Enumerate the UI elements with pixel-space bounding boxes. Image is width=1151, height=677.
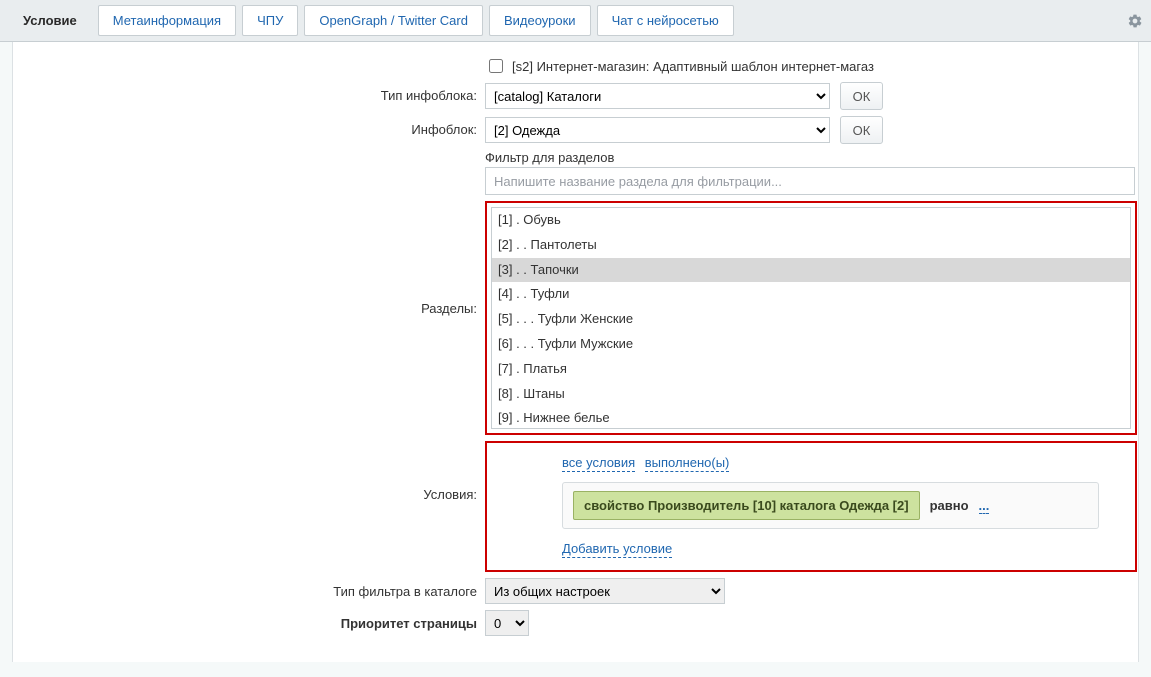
condition-mode-done[interactable]: выполнено(ы) <box>645 455 730 472</box>
section-item[interactable]: [5] . . . Туфли Женские <box>492 307 1130 332</box>
condition-mode-all[interactable]: все условия <box>562 455 635 472</box>
iblock-type-ok[interactable]: ОК <box>840 82 884 110</box>
condition-header: все условия выполнено(ы) <box>562 455 1099 470</box>
condition-value-placeholder[interactable]: ... <box>979 498 990 514</box>
filter-sections-input[interactable] <box>485 167 1135 195</box>
iblock-label: Инфоблок: <box>25 116 485 137</box>
tab-sef[interactable]: ЧПУ <box>242 5 298 36</box>
iblock-type-label: Тип инфоблока: <box>25 82 485 103</box>
section-item[interactable]: [3] . . Тапочки <box>492 258 1130 283</box>
tab-video[interactable]: Видеоуроки <box>489 5 591 36</box>
iblock-type-select[interactable]: [catalog] Каталоги <box>485 83 830 109</box>
filter-type-select[interactable]: Из общих настроек <box>485 578 725 604</box>
section-item[interactable]: [7] . Платья <box>492 357 1130 382</box>
filter-sections-label: Фильтр для разделов <box>485 150 1126 165</box>
tab-metainfo[interactable]: Метаинформация <box>98 5 236 36</box>
priority-select[interactable]: 0 <box>485 610 529 636</box>
iblock-select[interactable]: [2] Одежда <box>485 117 830 143</box>
tab-ai[interactable]: Чат с нейросетью <box>597 5 734 36</box>
site-checkbox-s2[interactable]: [s2] Интернет-магазин: Адаптивный шаблон… <box>485 56 1126 76</box>
condition-operator[interactable]: равно <box>930 498 969 513</box>
section-item[interactable]: [1] . Обувь <box>492 208 1130 233</box>
tab-opengraph[interactable]: OpenGraph / Twitter Card <box>304 5 483 36</box>
conditions-highlight: все условия выполнено(ы) свойство Произв… <box>485 441 1137 572</box>
site-checkbox-s2-input[interactable] <box>489 59 503 73</box>
section-item[interactable]: [2] . . Пантолеты <box>492 233 1130 258</box>
form-area: [s2] Интернет-магазин: Адаптивный шаблон… <box>12 42 1139 662</box>
sections-label: Разделы: <box>25 201 485 316</box>
iblock-ok[interactable]: ОК <box>840 116 884 144</box>
condition-row: свойство Производитель [10] каталога Оде… <box>562 482 1099 529</box>
filter-type-label: Тип фильтра в каталоге <box>25 578 485 599</box>
tab-condition[interactable]: Условие <box>8 5 92 36</box>
priority-label: Приоритет страницы <box>25 610 485 631</box>
section-item[interactable]: [4] . . Туфли <box>492 282 1130 307</box>
tab-bar: Условие Метаинформация ЧПУ OpenGraph / T… <box>0 0 1151 42</box>
condition-property-tag[interactable]: свойство Производитель [10] каталога Оде… <box>573 491 920 520</box>
section-item[interactable]: [8] . Штаны <box>492 382 1130 407</box>
section-item[interactable]: [9] . Нижнее белье <box>492 406 1130 429</box>
gear-icon[interactable] <box>1127 13 1143 29</box>
site-checkbox-s2-label: [s2] Интернет-магазин: Адаптивный шаблон… <box>512 59 874 74</box>
add-condition-link[interactable]: Добавить условие <box>562 541 672 558</box>
section-item[interactable]: [6] . . . Туфли Мужские <box>492 332 1130 357</box>
conditions-label: Условия: <box>25 441 485 502</box>
sections-listbox[interactable]: [1] . Обувь[2] . . Пантолеты[3] . . Тапо… <box>491 207 1131 429</box>
sections-highlight: [1] . Обувь[2] . . Пантолеты[3] . . Тапо… <box>485 201 1137 435</box>
